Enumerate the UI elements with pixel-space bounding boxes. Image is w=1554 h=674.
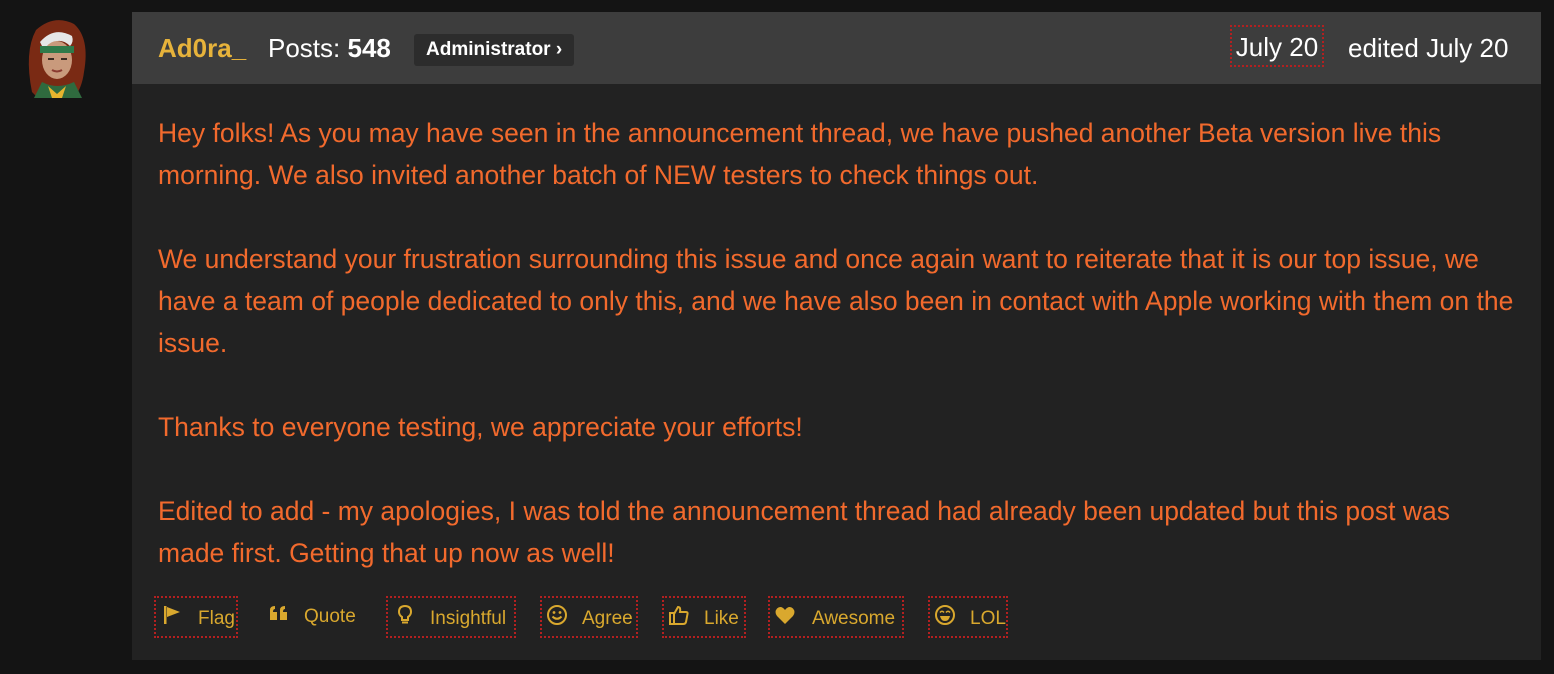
lol-label: LOL: [970, 608, 1006, 629]
flag-label: Flag: [198, 608, 235, 629]
post-count: Posts: 548: [268, 32, 391, 64]
post-count-label: Posts:: [268, 33, 341, 63]
post-count-value: 548: [347, 33, 391, 63]
forum-post: Ad0ra_ Posts: 548 Administrator › July 2…: [132, 12, 1541, 660]
laugh-icon: [935, 605, 955, 625]
edited-date: edited July 20: [1348, 33, 1509, 63]
post-paragraph: Thanks to everyone testing, we appreciat…: [158, 412, 803, 442]
post-paragraph: Edited to add - my apologies, I was told…: [158, 496, 1450, 568]
post-body: Hey folks! As you may have seen in the a…: [158, 112, 1518, 574]
user-avatar[interactable]: [14, 12, 100, 98]
agree-label: Agree: [582, 608, 633, 629]
lol-button[interactable]: LOL: [928, 596, 1008, 638]
flag-icon: [164, 606, 180, 624]
post-header: Ad0ra_ Posts: 548 Administrator › July 2…: [132, 12, 1541, 84]
quote-button[interactable]: Quote: [266, 596, 366, 638]
post-date-link[interactable]: July 20: [1230, 25, 1324, 67]
insightful-button[interactable]: Insightful: [386, 596, 516, 638]
post-paragraph: Hey folks! As you may have seen in the a…: [158, 118, 1442, 190]
quote-icon: [270, 606, 287, 620]
lightbulb-icon: [397, 604, 413, 624]
post-paragraph: We understand your frustration surroundi…: [158, 244, 1514, 358]
thumbs-up-icon: [669, 605, 689, 625]
character-avatar-icon: [14, 12, 100, 98]
flag-button[interactable]: Flag: [154, 596, 238, 638]
insightful-label: Insightful: [430, 608, 507, 629]
agree-button[interactable]: Agree: [540, 596, 638, 638]
smile-icon: [547, 605, 567, 625]
role-badge[interactable]: Administrator ›: [414, 34, 575, 66]
like-button[interactable]: Like: [662, 596, 746, 638]
page: Ad0ra_ Posts: 548 Administrator › July 2…: [0, 0, 1554, 674]
awesome-label: Awesome: [812, 608, 896, 629]
quote-label: Quote: [304, 606, 356, 627]
awesome-button[interactable]: Awesome: [768, 596, 904, 638]
reaction-bar: Flag Quote Insightful Agree Like Awesome…: [132, 596, 1541, 638]
heart-icon: [775, 607, 795, 624]
like-label: Like: [704, 608, 739, 629]
author-name[interactable]: Ad0ra_: [158, 32, 246, 64]
